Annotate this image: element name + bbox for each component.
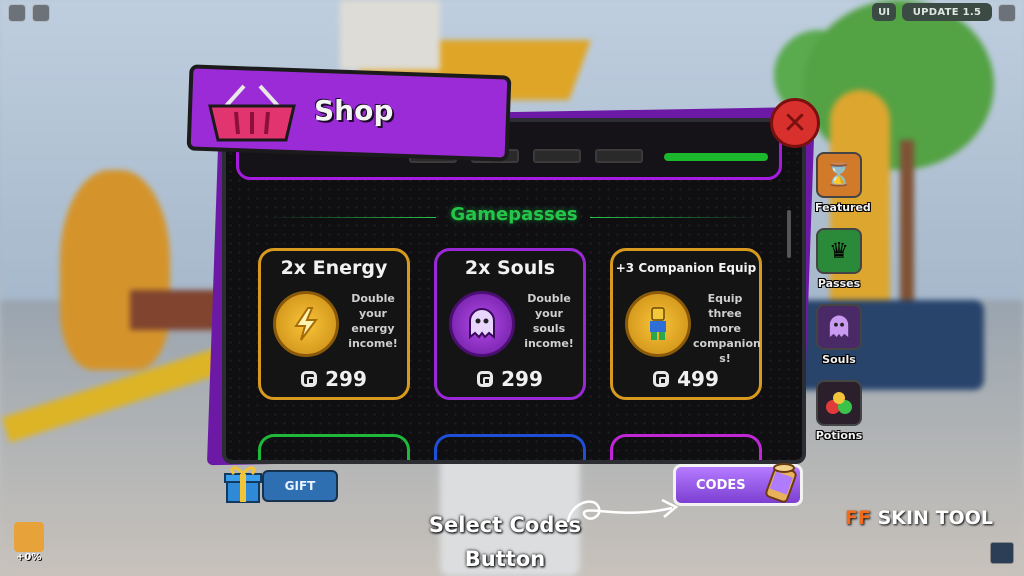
gift-box-icon xyxy=(224,466,262,503)
gamepass-card-partial[interactable] xyxy=(610,434,762,460)
brand-ff: FF xyxy=(845,507,871,529)
potions-icon xyxy=(816,380,862,426)
scrollbar[interactable] xyxy=(787,210,791,258)
ui-toggle-button[interactable]: UI xyxy=(872,3,896,21)
companion-coin-icon xyxy=(625,291,691,357)
robux-icon xyxy=(653,371,670,387)
side-menu-label: Souls xyxy=(822,353,856,366)
card-description: Equip three more companion s! xyxy=(693,292,761,365)
card-description: Double your energy income! xyxy=(348,292,398,350)
brand-rest: SKIN TOOL xyxy=(870,507,993,529)
lightning-coin-icon xyxy=(273,291,339,357)
gamepass-card-2x-energy[interactable]: 2x Energy Double your energy income! 299 xyxy=(258,248,410,400)
boost-percent: +0% xyxy=(16,552,42,563)
basket-icon xyxy=(208,84,296,142)
side-menu-passes[interactable]: ♛ Passes xyxy=(815,228,863,290)
codes-label: CODES xyxy=(696,477,746,493)
avatar[interactable] xyxy=(14,522,44,552)
gamepass-card-partial[interactable] xyxy=(258,434,410,460)
card-price: 299 xyxy=(501,367,543,391)
shop-title: Shop xyxy=(314,94,394,127)
scroll-icon xyxy=(765,463,797,503)
featured-bar xyxy=(664,153,768,161)
chat-toggle-icon[interactable] xyxy=(32,4,50,22)
menu-icon[interactable] xyxy=(998,4,1016,22)
robux-icon xyxy=(477,371,494,387)
gamepass-card-partial[interactable] xyxy=(434,434,586,460)
side-menu-label: Passes xyxy=(817,277,861,290)
side-menu-label: Potions xyxy=(815,429,863,442)
card-title: +3 Companion Equip xyxy=(615,261,757,275)
card-title: 2x Energy xyxy=(280,257,388,279)
card-price: 499 xyxy=(677,367,719,391)
card-title: 2x Souls xyxy=(464,257,556,279)
robux-icon xyxy=(301,371,318,387)
side-menu-label: Featured xyxy=(815,201,871,214)
ghost-icon xyxy=(449,291,515,357)
brand-watermark: FF SKIN TOOL xyxy=(845,507,993,529)
side-menu-featured[interactable]: ⌛ Featured xyxy=(815,152,871,214)
card-description: Double your souls income! xyxy=(524,292,574,350)
gamepass-card-2x-souls[interactable]: 2x Souls Double your souls income! 299 xyxy=(434,248,586,400)
hourglass-icon: ⌛ xyxy=(816,152,862,198)
screenshot-icon[interactable] xyxy=(990,542,1014,564)
side-menu-potions[interactable]: Potions xyxy=(815,380,863,442)
gift-label: GIFT xyxy=(284,479,316,493)
close-button[interactable]: ✕ xyxy=(770,98,820,148)
roblox-menu-icon[interactable] xyxy=(8,4,26,22)
update-badge[interactable]: UPDATE 1.5 xyxy=(902,3,992,21)
side-menu-souls[interactable]: Souls xyxy=(815,304,863,366)
card-price: 299 xyxy=(325,367,367,391)
close-icon: ✕ xyxy=(782,105,808,141)
gamepass-card-companion-equip[interactable]: +3 Companion Equip Equip three more comp… xyxy=(610,248,762,400)
gift-button[interactable]: GIFT xyxy=(262,470,338,502)
section-title: Gamepasses xyxy=(450,204,578,225)
ghost-icon xyxy=(816,304,862,350)
crown-icon: ♛ xyxy=(816,228,862,274)
caption-line-2: Button xyxy=(464,547,546,571)
shop-panel: Gamepasses 2x Energy Double your energy … xyxy=(222,118,806,464)
arrow-icon xyxy=(566,498,679,523)
